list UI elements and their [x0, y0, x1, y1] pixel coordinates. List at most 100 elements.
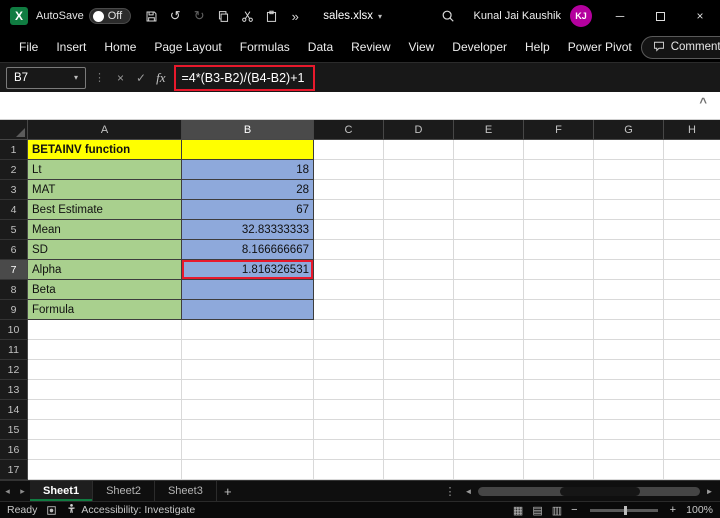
menu-item-power-pivot[interactable]: Power Pivot	[559, 32, 641, 62]
cell-D15[interactable]	[384, 420, 454, 440]
cell-B5[interactable]: 32.83333333	[182, 220, 314, 240]
page-layout-view-icon[interactable]: ▤	[532, 504, 542, 517]
cell-G3[interactable]	[594, 180, 664, 200]
cell-B7[interactable]: 1.816326531	[182, 260, 314, 280]
paste-icon[interactable]	[259, 2, 283, 30]
minimize-button[interactable]: ─	[600, 0, 640, 32]
row-header-12[interactable]: 12	[0, 360, 28, 380]
menu-item-review[interactable]: Review	[342, 32, 399, 62]
cut-icon[interactable]	[235, 2, 259, 30]
cell-G11[interactable]	[594, 340, 664, 360]
cell-A15[interactable]	[28, 420, 182, 440]
column-header-F[interactable]: F	[524, 120, 594, 140]
column-header-H[interactable]: H	[664, 120, 720, 140]
row-header-13[interactable]: 13	[0, 380, 28, 400]
cell-E10[interactable]	[454, 320, 524, 340]
cell-H2[interactable]	[664, 160, 720, 180]
row-header-17[interactable]: 17	[0, 460, 28, 480]
cell-D14[interactable]	[384, 400, 454, 420]
autosave-toggle[interactable]: Off	[89, 8, 131, 24]
cell-G9[interactable]	[594, 300, 664, 320]
tab-scroll-left-icon[interactable]: ◂	[0, 486, 15, 497]
zoom-out-button[interactable]: −	[571, 504, 577, 516]
cell-C11[interactable]	[314, 340, 384, 360]
scrollbar-track[interactable]	[478, 487, 700, 496]
sheet-tab-sheet3[interactable]: Sheet3	[155, 481, 217, 501]
cell-F7[interactable]	[524, 260, 594, 280]
scroll-right-arrow-icon[interactable]: ►	[703, 487, 716, 496]
cell-G13[interactable]	[594, 380, 664, 400]
cell-C4[interactable]	[314, 200, 384, 220]
cell-E5[interactable]	[454, 220, 524, 240]
cell-F13[interactable]	[524, 380, 594, 400]
menu-item-data[interactable]: Data	[299, 32, 342, 62]
cell-G17[interactable]	[594, 460, 664, 480]
cell-G7[interactable]	[594, 260, 664, 280]
row-header-7[interactable]: 7	[0, 260, 28, 280]
scrollbar-thumb[interactable]	[560, 487, 640, 496]
cell-G4[interactable]	[594, 200, 664, 220]
cell-F5[interactable]	[524, 220, 594, 240]
cell-H1[interactable]	[664, 140, 720, 160]
cell-F9[interactable]	[524, 300, 594, 320]
cell-G2[interactable]	[594, 160, 664, 180]
cell-D4[interactable]	[384, 200, 454, 220]
row-header-16[interactable]: 16	[0, 440, 28, 460]
select-all-corner[interactable]	[0, 120, 28, 140]
cell-G8[interactable]	[594, 280, 664, 300]
cell-C2[interactable]	[314, 160, 384, 180]
cell-F14[interactable]	[524, 400, 594, 420]
cell-H6[interactable]	[664, 240, 720, 260]
cell-H12[interactable]	[664, 360, 720, 380]
cell-A12[interactable]	[28, 360, 182, 380]
row-header-3[interactable]: 3	[0, 180, 28, 200]
row-header-8[interactable]: 8	[0, 280, 28, 300]
cell-E7[interactable]	[454, 260, 524, 280]
cell-D12[interactable]	[384, 360, 454, 380]
cell-C10[interactable]	[314, 320, 384, 340]
cell-E6[interactable]	[454, 240, 524, 260]
menu-item-home[interactable]: Home	[95, 32, 145, 62]
cell-A3[interactable]: MAT	[28, 180, 182, 200]
cell-B13[interactable]	[182, 380, 314, 400]
cell-B10[interactable]	[182, 320, 314, 340]
cell-G16[interactable]	[594, 440, 664, 460]
cell-A11[interactable]	[28, 340, 182, 360]
row-header-11[interactable]: 11	[0, 340, 28, 360]
cell-E2[interactable]	[454, 160, 524, 180]
cell-F10[interactable]	[524, 320, 594, 340]
cell-B3[interactable]: 28	[182, 180, 314, 200]
cell-E3[interactable]	[454, 180, 524, 200]
cell-C5[interactable]	[314, 220, 384, 240]
cell-H11[interactable]	[664, 340, 720, 360]
cell-C7[interactable]	[314, 260, 384, 280]
normal-view-icon[interactable]: ▦	[513, 504, 523, 517]
more-commands-icon[interactable]: »	[283, 2, 307, 30]
cell-B1[interactable]	[182, 140, 314, 160]
cell-F16[interactable]	[524, 440, 594, 460]
zoom-slider-thumb[interactable]	[624, 506, 627, 515]
cell-A16[interactable]	[28, 440, 182, 460]
cell-H3[interactable]	[664, 180, 720, 200]
row-header-1[interactable]: 1	[0, 140, 28, 160]
cell-D8[interactable]	[384, 280, 454, 300]
cell-D3[interactable]	[384, 180, 454, 200]
cell-F3[interactable]	[524, 180, 594, 200]
cell-F1[interactable]	[524, 140, 594, 160]
row-header-2[interactable]: 2	[0, 160, 28, 180]
menu-item-developer[interactable]: Developer	[443, 32, 516, 62]
cell-D6[interactable]	[384, 240, 454, 260]
cell-E1[interactable]	[454, 140, 524, 160]
cell-H15[interactable]	[664, 420, 720, 440]
save-icon[interactable]	[139, 2, 163, 30]
column-header-B[interactable]: B	[182, 120, 314, 140]
menu-item-insert[interactable]: Insert	[47, 32, 95, 62]
row-header-10[interactable]: 10	[0, 320, 28, 340]
comments-button[interactable]: Comments	[641, 36, 720, 59]
page-break-view-icon[interactable]: ▥	[552, 504, 562, 517]
cell-E17[interactable]	[454, 460, 524, 480]
cell-H9[interactable]	[664, 300, 720, 320]
enter-entry-icon[interactable]: ✓	[136, 71, 146, 85]
undo-icon[interactable]: ↺	[163, 2, 187, 30]
cell-B8[interactable]	[182, 280, 314, 300]
